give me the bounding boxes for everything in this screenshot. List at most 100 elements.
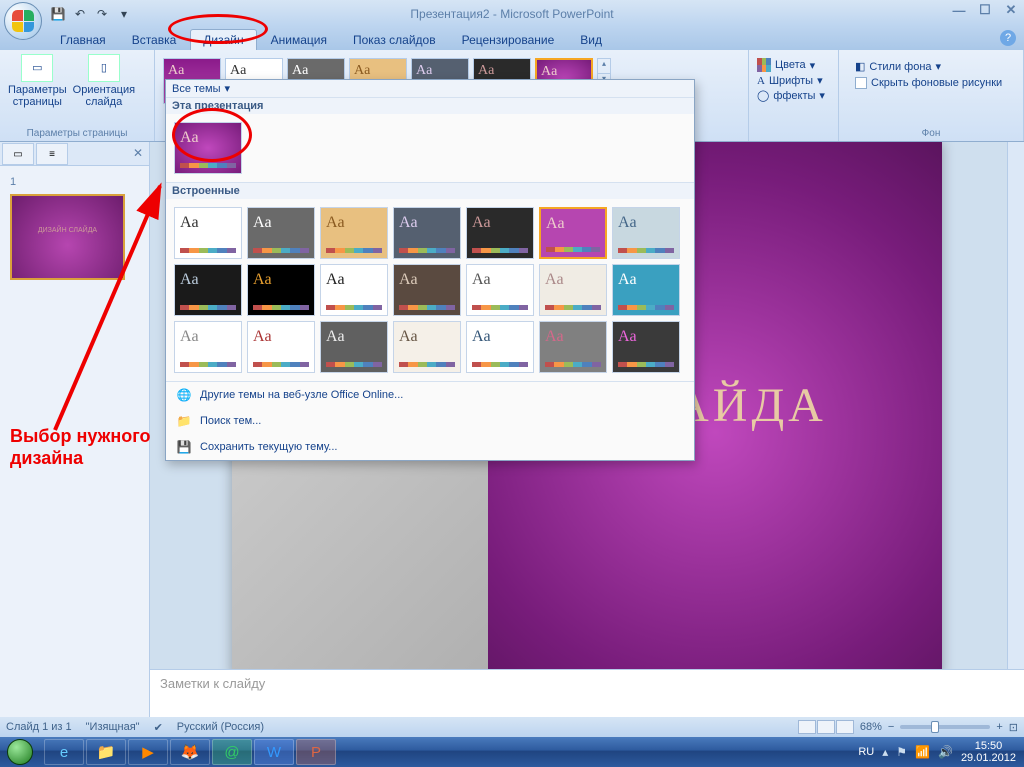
view-sorter-icon[interactable] [817,720,835,734]
theme-thumb[interactable]: Aa [612,207,680,259]
task-firefox-icon[interactable]: 🦊 [170,739,210,765]
save-icon[interactable]: 💾 [48,4,68,24]
theme-thumb[interactable]: Aa [393,264,461,316]
tray-lang[interactable]: RU [858,746,874,758]
task-mail-icon[interactable]: @ [212,739,252,765]
theme-thumb[interactable]: Aa [393,207,461,259]
theme-thumb[interactable]: Aa [539,207,607,259]
window-title: Презентация2 - Microsoft PowerPoint [410,7,613,21]
theme-thumb[interactable]: Aa [320,207,388,259]
tab-home[interactable]: Главная [48,30,118,50]
gallery-more-online[interactable]: 🌐Другие темы на веб-узле Office Online..… [166,382,694,408]
zoom-slider[interactable] [900,725,990,729]
help-icon[interactable]: ? [1000,30,1016,46]
undo-icon[interactable]: ↶ [70,4,90,24]
theme-thumb[interactable]: Aa [466,321,534,373]
theme-thumb[interactable]: Aa [466,264,534,316]
status-slide-count: Слайд 1 из 1 [6,721,72,733]
office-logo-icon [12,10,34,32]
windows-logo-icon [7,739,33,765]
slide-number: 1 [10,176,16,188]
tray-up-icon[interactable]: ▴ [882,745,888,759]
panel-tab-slides[interactable]: ▭ [2,143,34,165]
task-explorer-icon[interactable]: 📁 [86,739,126,765]
view-normal-icon[interactable] [798,720,816,734]
zoom-out-icon[interactable]: − [888,721,894,733]
theme-thumb[interactable]: Aa [393,321,461,373]
panel-tab-outline[interactable]: ≡ [36,143,68,165]
theme-thumb[interactable]: Aa [174,321,242,373]
gallery-save[interactable]: 💾Сохранить текущую тему... [166,434,694,460]
theme-thumb[interactable]: Aa [539,321,607,373]
vertical-scrollbar[interactable] [1007,142,1024,669]
gallery-all-themes[interactable]: Все темы ▾ [166,80,694,97]
themes-gallery-dropdown: Все темы ▾ Эта презентация Aa Встроенные… [165,79,695,461]
gallery-section-builtin: Встроенные [166,182,694,199]
tab-review[interactable]: Рецензирование [450,30,567,50]
ribbon-tabs: Главная Вставка Дизайн Анимация Показ сл… [0,27,1024,50]
zoom-level[interactable]: 68% [860,721,882,733]
redo-icon[interactable]: ↷ [92,4,112,24]
qat-dropdown-icon[interactable]: ▾ [114,4,134,24]
tab-view[interactable]: Вид [568,30,614,50]
close-icon[interactable]: ✕ [1002,2,1020,18]
bg-styles-button[interactable]: ◧Стили фона ▾ [855,60,1007,73]
save-theme-icon: 💾 [176,439,192,455]
tray-volume-icon[interactable]: 🔊 [938,745,953,759]
theme-thumb[interactable]: Aa [174,264,242,316]
tab-slideshow[interactable]: Показ слайдов [341,30,448,50]
gallery-section-this: Эта презентация [166,97,694,114]
outline-tab-icon: ≡ [49,149,55,160]
fonts-icon: A [757,75,765,87]
bg-styles-icon: ◧ [855,60,865,73]
theme-thumb-current[interactable]: Aa [174,122,242,174]
status-theme: "Изящная" [86,721,140,733]
theme-thumb[interactable]: Aa [247,207,315,259]
orientation-icon: ▯ [88,54,120,82]
gallery-up-icon[interactable]: ▴ [598,59,610,74]
fit-window-icon[interactable]: ⊡ [1009,721,1018,734]
view-slideshow-icon[interactable] [836,720,854,734]
minimize-icon[interactable]: — [950,2,968,18]
theme-thumb[interactable]: Aa [466,207,534,259]
theme-thumb[interactable]: Aa [247,264,315,316]
task-media-icon[interactable]: ▶ [128,739,168,765]
tray-flag-icon[interactable]: ⚑ [896,745,907,759]
theme-thumb[interactable]: Aa [612,264,680,316]
colors-button[interactable]: Цвета ▾ [757,58,830,72]
theme-thumb[interactable]: Aa [539,264,607,316]
theme-thumb[interactable]: Aa [612,321,680,373]
orientation-button[interactable]: ▯ Ориентация слайда [73,54,135,108]
effects-button[interactable]: ◯ффекты ▾ [757,89,830,102]
effects-icon: ◯ [757,89,769,102]
tray-network-icon[interactable]: 📶 [915,745,930,759]
task-word-icon[interactable]: W [254,739,294,765]
gallery-search[interactable]: 📁Поиск тем... [166,408,694,434]
start-button[interactable] [0,737,40,767]
theme-thumb[interactable]: Aa [320,321,388,373]
taskbar: e 📁 ▶ 🦊 @ W P RU ▴ ⚑ 📶 🔊 15:50 29.01.201… [0,737,1024,767]
quick-access-toolbar: 💾 ↶ ↷ ▾ [48,4,134,24]
checkbox-icon [855,77,867,89]
zoom-in-icon[interactable]: + [996,721,1002,733]
panel-close-icon[interactable]: ✕ [133,146,143,160]
slides-tab-icon: ▭ [13,149,22,160]
office-button[interactable] [4,2,42,40]
theme-thumb[interactable]: Aa [174,207,242,259]
slide-thumbnail[interactable]: ДИЗАЙН СЛАЙДА [10,194,125,280]
spellcheck-icon[interactable]: ✔ [154,721,163,734]
notes-pane[interactable]: Заметки к слайду [150,669,1024,721]
task-powerpoint-icon[interactable]: P [296,739,336,765]
theme-thumb[interactable]: Aa [247,321,315,373]
task-ie-icon[interactable]: e [44,739,84,765]
hide-bg-checkbox[interactable]: Скрыть фоновые рисунки [855,77,1007,89]
tab-design[interactable]: Дизайн [190,29,256,50]
status-language[interactable]: Русский (Россия) [177,721,264,733]
theme-thumb[interactable]: Aa [320,264,388,316]
fonts-button[interactable]: AШрифты ▾ [757,74,830,87]
maximize-icon[interactable]: ☐ [976,2,994,18]
page-params-button[interactable]: ▭ Параметры страницы [8,54,67,108]
tab-insert[interactable]: Вставка [120,30,189,50]
tray-clock[interactable]: 15:50 29.01.2012 [961,740,1016,764]
tab-animation[interactable]: Анимация [259,30,339,50]
